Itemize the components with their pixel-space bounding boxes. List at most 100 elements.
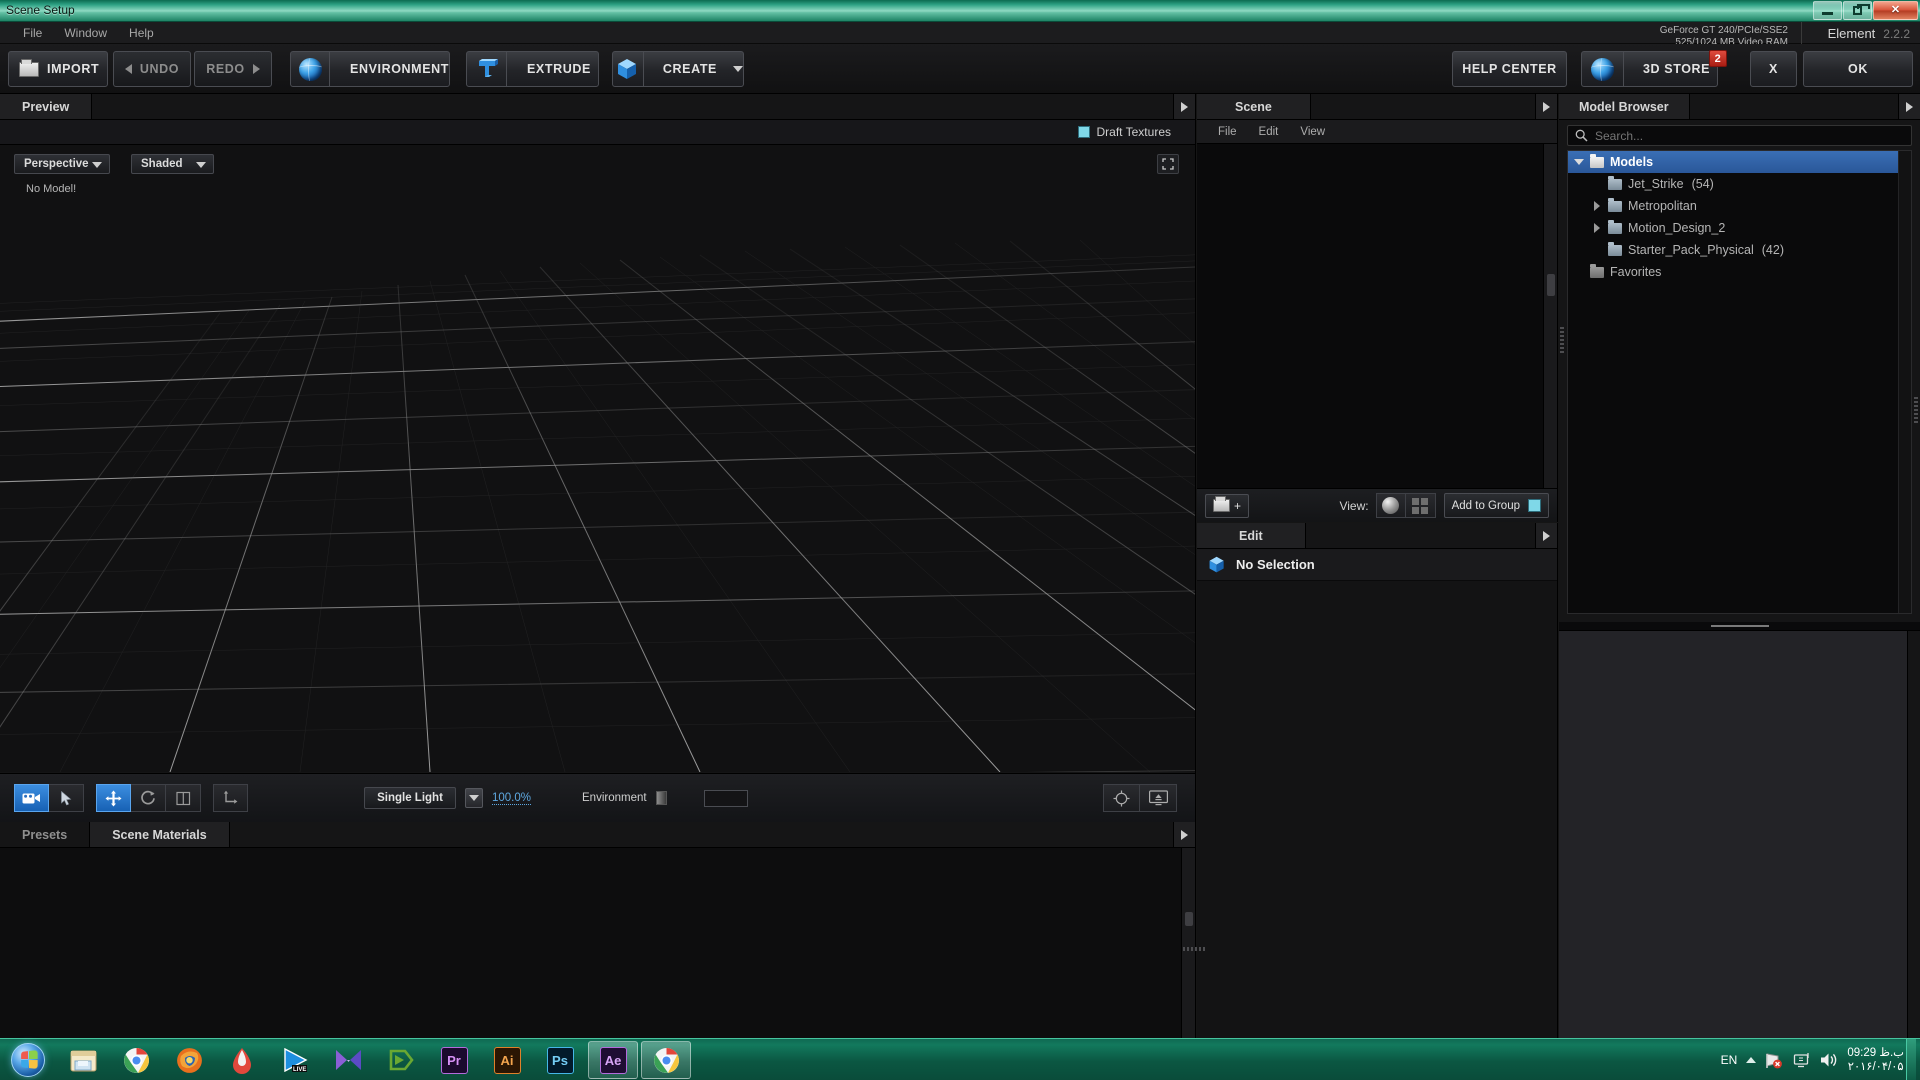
taskbar-item-chrome[interactable] (111, 1041, 161, 1079)
scene-panel-splitter[interactable] (1560, 327, 1564, 353)
model-tree-item[interactable]: Jet_Strike (54) (1568, 173, 1911, 195)
start-button[interactable] (2, 1040, 54, 1079)
expand-viewport-button[interactable] (1157, 154, 1179, 174)
model-tree-item[interactable]: Motion_Design_2 (1568, 217, 1911, 239)
show-desktop-button[interactable] (1906, 1039, 1916, 1080)
model-browser-splitter[interactable] (1559, 622, 1920, 630)
taskbar-item-media-player[interactable] (323, 1041, 373, 1079)
scale-tool[interactable] (166, 784, 201, 812)
menu-help[interactable]: Help (118, 24, 165, 42)
preview-panel-menu-button[interactable] (1173, 94, 1195, 119)
chevron-right-icon[interactable] (1594, 223, 1600, 233)
materials-scrollbar-thumb[interactable] (1185, 912, 1193, 926)
view-sphere-button[interactable] (1375, 493, 1406, 518)
model-browser-menu-button[interactable] (1898, 94, 1920, 119)
model-preview-pane[interactable] (1559, 630, 1920, 1048)
add-to-group-swatch[interactable] (1528, 499, 1541, 512)
light-intensity-value[interactable]: 100.0% (492, 792, 532, 805)
redo-button[interactable]: REDO (194, 51, 272, 87)
taskbar-item-chrome-window[interactable] (641, 1041, 691, 1079)
extrude-button[interactable]: EXTRUDE (466, 51, 599, 87)
edit-panel-menu-button[interactable] (1535, 523, 1557, 548)
camera-mode-dropdown[interactable]: Perspective (14, 154, 110, 174)
taskbar-item-camtasia[interactable] (376, 1041, 426, 1079)
environment-toggle[interactable] (655, 791, 667, 805)
create-button[interactable]: CREATE (612, 51, 744, 87)
scene-menu-view[interactable]: View (1289, 126, 1336, 138)
tree-toggle[interactable] (1574, 159, 1584, 165)
light-mode-dropdown[interactable]: Single Light (364, 787, 456, 809)
show-hidden-icons-button[interactable] (1746, 1057, 1757, 1063)
taskbar-item-explorer[interactable] (58, 1041, 108, 1079)
scene-tree[interactable] (1197, 144, 1543, 488)
display-monitor-button[interactable] (1140, 784, 1177, 812)
scene-scrollbar[interactable] (1543, 144, 1557, 488)
materials-panel-menu-button[interactable] (1173, 822, 1195, 847)
scene-menu-file[interactable]: File (1207, 126, 1248, 138)
shading-mode-dropdown[interactable]: Shaded (131, 154, 214, 174)
model-preview-scrollbar[interactable] (1907, 631, 1920, 1048)
tree-toggle[interactable] (1592, 201, 1602, 211)
chevron-right-icon[interactable] (1594, 201, 1600, 211)
action-center-icon[interactable] (1793, 1052, 1811, 1068)
network-icon[interactable] (1765, 1052, 1784, 1069)
tab-edit[interactable]: Edit (1197, 523, 1306, 548)
tab-scene[interactable]: Scene (1197, 94, 1311, 119)
viewport-3d[interactable]: Perspective Shaded No Model! (0, 145, 1195, 772)
taskbar-item-illustrator[interactable]: Ai (482, 1041, 532, 1079)
model-tree-item[interactable]: Favorites (1568, 261, 1911, 283)
restore-button[interactable] (1843, 1, 1872, 20)
scene-panel-menu-button[interactable] (1535, 94, 1557, 119)
menu-window[interactable]: Window (53, 24, 118, 42)
cancel-button[interactable]: X (1750, 51, 1797, 87)
menu-file[interactable]: File (12, 24, 53, 42)
tab-scene-materials[interactable]: Scene Materials (90, 822, 230, 847)
3d-store-button[interactable]: 3D STORE 2 (1581, 50, 1727, 87)
light-mode-dropdown-arrow[interactable] (465, 788, 483, 808)
model-tree-item[interactable]: Metropolitan (1568, 195, 1911, 217)
taskbar-item-photoshop[interactable]: Ps (535, 1041, 585, 1079)
volume-icon[interactable] (1820, 1052, 1838, 1068)
tab-presets[interactable]: Presets (0, 822, 91, 847)
camera-tool[interactable] (14, 784, 49, 812)
model-tree-scrollbar[interactable] (1898, 151, 1911, 613)
taskbar-item-firefox[interactable] (164, 1041, 214, 1079)
undo-button[interactable]: UNDO (113, 51, 191, 87)
taskbar-item-live-player[interactable]: LIVE (270, 1041, 320, 1079)
scene-menu-edit[interactable]: Edit (1248, 126, 1290, 138)
rotate-tool[interactable] (131, 784, 166, 812)
ok-button[interactable]: OK (1803, 51, 1913, 87)
tab-preview[interactable]: Preview (0, 94, 93, 119)
view-grid-button[interactable] (1405, 493, 1436, 518)
model-tree-item[interactable]: Models (1568, 151, 1911, 173)
draft-textures-checkbox[interactable] (1077, 126, 1090, 138)
add-to-group-button[interactable]: Add to Group (1443, 493, 1549, 518)
model-tree-item[interactable]: Starter_Pack_Physical (42) (1568, 239, 1911, 261)
model-search-box[interactable] (1567, 125, 1912, 146)
environment-map-field[interactable] (703, 789, 748, 807)
tree-toggle[interactable] (1592, 223, 1602, 233)
materials-list[interactable] (0, 848, 1195, 1048)
language-indicator[interactable]: EN (1721, 1053, 1738, 1067)
right-edge-splitter[interactable] (1914, 397, 1918, 423)
focus-center-button[interactable] (1103, 784, 1140, 812)
taskbar-item-after-effects[interactable]: Ae (588, 1041, 638, 1079)
tab-model-browser[interactable]: Model Browser (1559, 94, 1690, 119)
close-button[interactable]: ✕ (1873, 1, 1918, 20)
new-group-button[interactable]: + (1205, 493, 1250, 518)
scene-scrollbar-thumb[interactable] (1547, 274, 1555, 296)
taskbar-item-avira[interactable] (217, 1041, 267, 1079)
axis-tool[interactable] (213, 784, 248, 812)
help-center-button[interactable]: HELP CENTER (1452, 51, 1567, 87)
clock[interactable]: 09:29 ب.ظ ۲۰۱۶/۰۴/۰۵ (1847, 1046, 1904, 1074)
environment-button[interactable]: ENVIRONMENT (290, 51, 450, 87)
model-tree[interactable]: Models Jet_Strike (54) Metropolitan Motion_D… (1567, 150, 1912, 614)
select-tool[interactable] (49, 784, 84, 812)
minimize-button[interactable] (1813, 1, 1842, 20)
taskbar-item-premiere-pro[interactable]: Pr (429, 1041, 479, 1079)
search-input[interactable] (1595, 128, 1895, 143)
bottom-panel-splitter[interactable] (1183, 947, 1205, 951)
move-tool[interactable] (96, 784, 131, 812)
import-button[interactable]: IMPORT (8, 51, 108, 87)
chevron-down-icon[interactable] (1574, 159, 1584, 165)
